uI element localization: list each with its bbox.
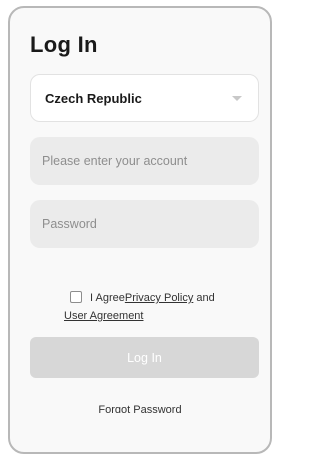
country-select-value: Czech Republic xyxy=(45,91,142,106)
page-title: Log In xyxy=(30,32,98,57)
chevron-down-icon xyxy=(232,96,242,101)
account-input[interactable] xyxy=(30,137,259,185)
user-agreement-link[interactable]: User Agreement xyxy=(64,310,143,322)
agree-text: I Agree xyxy=(90,292,125,304)
privacy-policy-link[interactable]: Privacy Policy xyxy=(125,292,193,304)
country-select[interactable]: Czech Republic xyxy=(30,74,259,122)
agree-checkbox[interactable] xyxy=(70,291,82,303)
login-button[interactable]: Log In xyxy=(30,337,259,378)
password-input[interactable] xyxy=(30,200,259,248)
login-panel: Log In Czech Republic I AgreePrivacy Pol… xyxy=(8,6,272,454)
forgot-password-link[interactable]: Forgot Password xyxy=(10,403,270,413)
and-text: and xyxy=(196,292,215,304)
